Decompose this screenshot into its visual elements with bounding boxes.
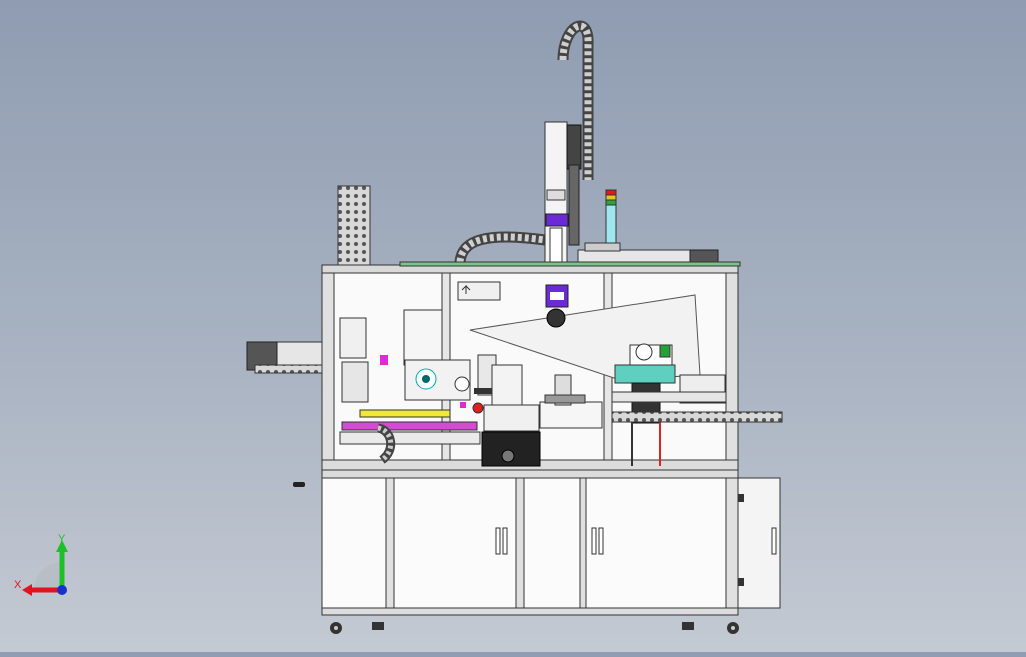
right-conveyor xyxy=(611,411,783,423)
cad-viewport[interactable]: Y X xyxy=(0,0,1026,652)
machine-drawing xyxy=(246,20,783,634)
stack-light xyxy=(605,189,617,246)
lower-cabinet xyxy=(321,469,781,616)
casters xyxy=(330,622,739,634)
z-axis-dot xyxy=(57,585,67,595)
triad-plane-icon xyxy=(34,562,62,590)
left-conveyor xyxy=(246,341,323,374)
top-linear-rail xyxy=(577,242,719,263)
coordinate-triad: Y X xyxy=(14,533,68,596)
y-axis-label: Y xyxy=(58,533,66,545)
z-axis-column xyxy=(544,121,582,265)
top-plate-edge xyxy=(399,261,741,267)
side-handle xyxy=(293,482,305,487)
x-axis-label: X xyxy=(14,579,22,591)
